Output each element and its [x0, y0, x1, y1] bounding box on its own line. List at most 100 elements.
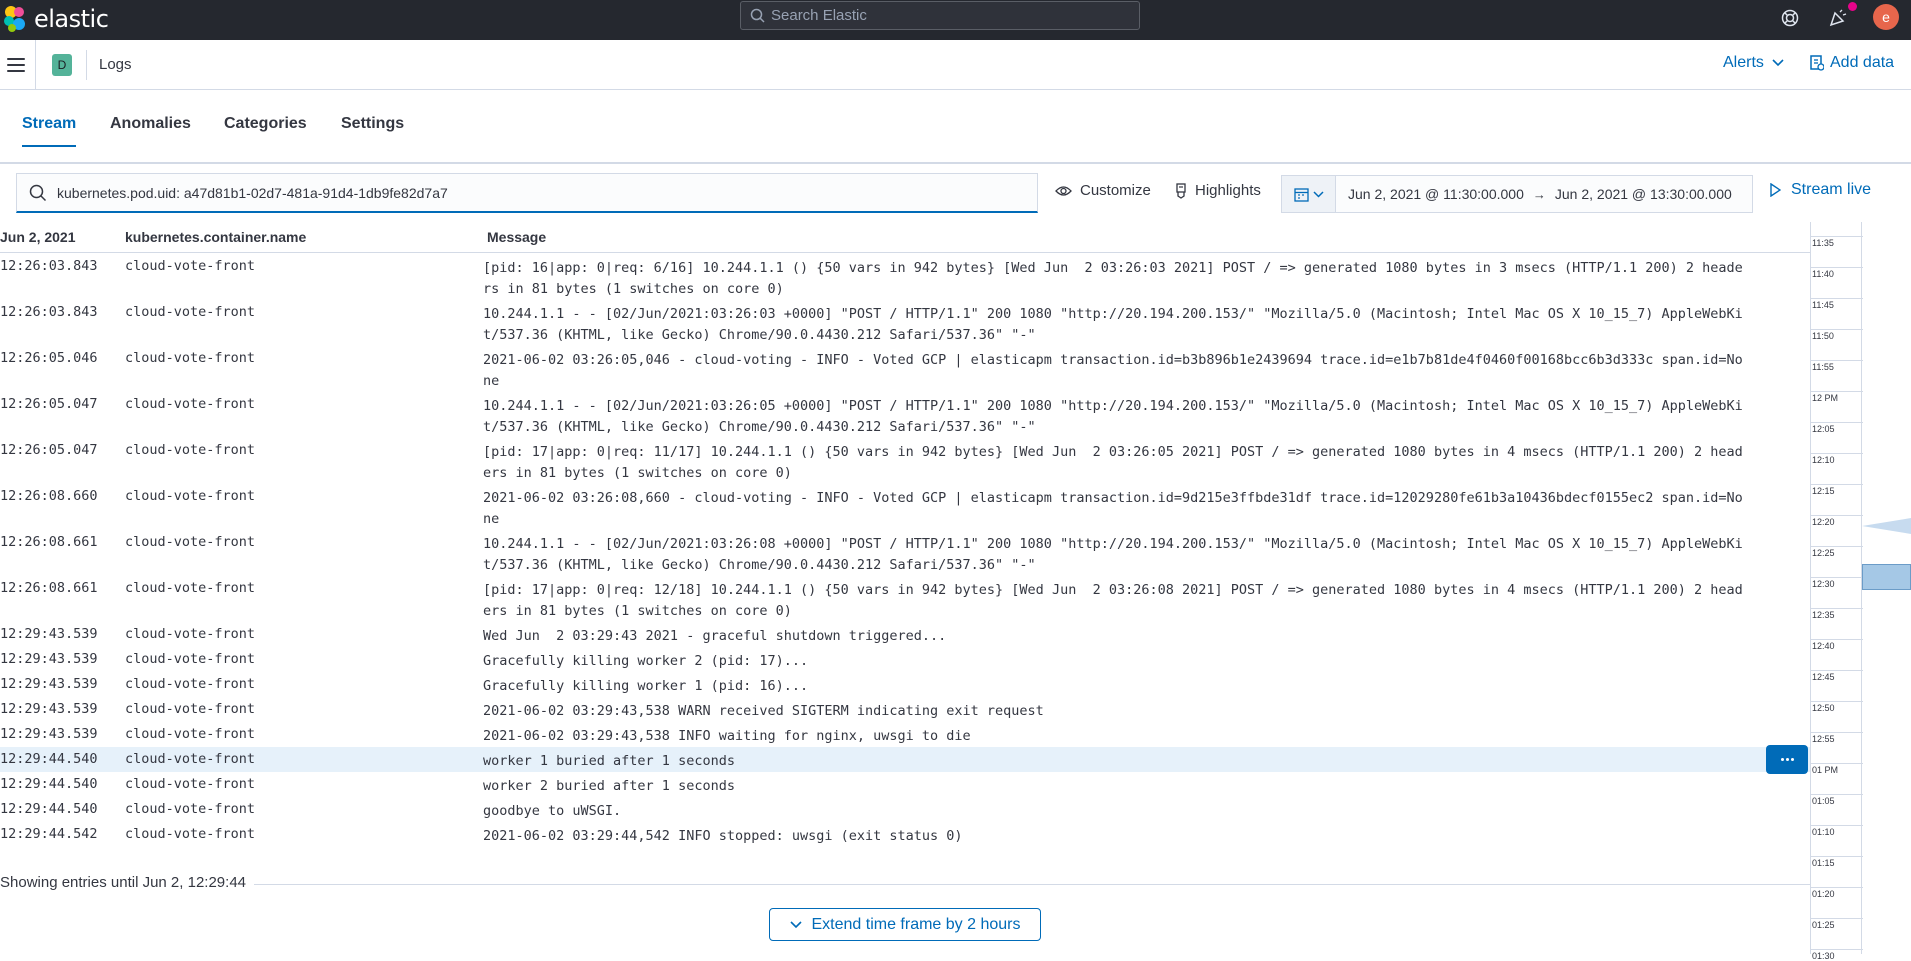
minimap-tick: 01:20: [1811, 887, 1863, 899]
log-container-name: cloud-vote-front: [125, 726, 256, 742]
notification-dot: [1848, 2, 1857, 11]
minimap-viewport-highlight[interactable]: [1862, 564, 1911, 590]
search-icon: [750, 8, 765, 23]
customize-button[interactable]: Customize: [1055, 182, 1151, 199]
tab-stream[interactable]: Stream: [22, 115, 77, 147]
log-message: 2021-06-02 03:26:08,660 - cloud-voting -…: [483, 490, 1743, 527]
help-icon[interactable]: [1778, 6, 1802, 30]
log-message: worker 1 buried after 1 seconds: [483, 753, 735, 769]
global-search[interactable]: [740, 1, 1140, 30]
log-row[interactable]: 12:29:44.540 cloud-vote-front goodbye to u…: [0, 797, 1810, 822]
log-row[interactable]: 12:26:03.843 cloud-vote-front 10.244.1.1 -…: [0, 300, 1810, 346]
query-input[interactable]: [57, 184, 1037, 201]
showing-entries-text: Showing entries until Jun 2, 12:29:44: [0, 874, 254, 891]
chevron-down-icon: [789, 920, 802, 928]
minimap-tick: 12:50: [1811, 701, 1863, 713]
log-row[interactable]: 12:26:08.660 cloud-vote-front 2021-06-02 0…: [0, 484, 1810, 530]
user-avatar[interactable]: e: [1873, 4, 1899, 30]
quick-select-button[interactable]: [1282, 176, 1336, 212]
filter-bar: Customize Highlights Jun 2, 2021 @ 11:30…: [0, 163, 1911, 221]
log-message: 2021-06-02 03:29:44,542 INFO stopped: uw…: [483, 828, 963, 844]
log-container-name: cloud-vote-front: [125, 751, 256, 767]
divider: [0, 884, 1810, 885]
minimap-tick: 12:40: [1811, 639, 1863, 651]
elastic-logo-icon: [4, 6, 25, 32]
add-data-button[interactable]: Add data: [1810, 54, 1894, 72]
minimap-tick: 12:45: [1811, 670, 1863, 682]
extend-time-frame-button[interactable]: Extend time frame by 2 hours: [769, 908, 1041, 941]
log-message: 2021-06-02 03:29:43,538 INFO waiting for…: [483, 728, 971, 744]
log-row[interactable]: 12:29:43.539 cloud-vote-front Gracefully k…: [0, 672, 1810, 697]
end-date[interactable]: Jun 2, 2021 @ 13:30:00.000: [1555, 186, 1732, 202]
log-timestamp: 12:29:44.540: [0, 801, 98, 817]
tab-categories[interactable]: Categories: [224, 115, 307, 145]
tab-anomalies[interactable]: Anomalies: [110, 115, 191, 145]
minimap-timeline: 11:35 11:40 11:45 11:50 11:55 12 PM 12:0…: [1810, 222, 1863, 961]
row-actions-button[interactable]: [1766, 745, 1808, 774]
log-message: Gracefully killing worker 2 (pid: 17)...: [483, 653, 809, 669]
log-row[interactable]: 12:29:43.539 cloud-vote-front Gracefully k…: [0, 647, 1810, 672]
log-row[interactable]: 12:26:05.046 cloud-vote-front 2021-06-02 0…: [0, 346, 1810, 392]
log-timestamp: 12:26:03.843: [0, 304, 98, 320]
minimap-tick: 01:15: [1811, 856, 1863, 868]
minimap-tick: 12:05: [1811, 422, 1863, 434]
log-message: 10.244.1.1 - - [02/Jun/2021:03:26:05 +00…: [483, 398, 1743, 435]
chevron-down-icon: [1312, 190, 1324, 198]
log-timestamp: 12:26:05.046: [0, 350, 98, 366]
dot: [1780, 758, 1784, 761]
log-timestamp: 12:26:08.660: [0, 488, 98, 504]
log-row[interactable]: 12:26:03.843 cloud-vote-front [pid: 16|app…: [0, 254, 1810, 300]
log-container-name: cloud-vote-front: [125, 442, 256, 458]
menu-bar: [7, 64, 25, 66]
log-minimap[interactable]: 11:35 11:40 11:45 11:50 11:55 12 PM 12:0…: [1810, 222, 1911, 961]
minimap-tick: 01:10: [1811, 825, 1863, 837]
arrow-right-icon: →: [1532, 186, 1546, 202]
log-table-header: Jun 2, 2021 kubernetes.container.name Me…: [0, 221, 1810, 253]
stream-live-button[interactable]: Stream live: [1770, 181, 1871, 199]
minimap-tick: 12:30: [1811, 577, 1863, 589]
log-timestamp: 12:29:43.539: [0, 651, 98, 667]
menu-toggle-button[interactable]: [6, 55, 26, 75]
breadcrumb-bar: D Logs Alerts Add data: [0, 40, 1911, 90]
log-entries: 12:26:03.843 cloud-vote-front [pid: 16|app…: [0, 254, 1810, 847]
log-row[interactable]: 12:29:43.539 cloud-vote-front Wed Jun 2 03…: [0, 622, 1810, 647]
log-container-name: cloud-vote-front: [125, 396, 256, 412]
menu-bar: [7, 70, 25, 72]
elastic-logo[interactable]: elastic: [2, 5, 109, 33]
space-selector[interactable]: D: [52, 54, 72, 76]
highlights-button[interactable]: Highlights: [1175, 182, 1261, 199]
log-row[interactable]: 12:26:05.047 cloud-vote-front 10.244.1.1 -…: [0, 392, 1810, 438]
alerts-label: Alerts: [1723, 54, 1764, 71]
column-header-timestamp: Jun 2, 2021: [0, 229, 76, 245]
query-bar[interactable]: [16, 173, 1038, 213]
log-row[interactable]: 12:26:05.047 cloud-vote-front [pid: 17|app…: [0, 438, 1810, 484]
log-row[interactable]: 12:29:43.539 cloud-vote-front 2021-06-02 0…: [0, 697, 1810, 722]
log-timestamp: 12:29:43.539: [0, 726, 98, 742]
log-container-name: cloud-vote-front: [125, 676, 256, 692]
dot: [1785, 758, 1789, 761]
news-feed-icon[interactable]: [1826, 6, 1850, 30]
log-container-name: cloud-vote-front: [125, 488, 256, 504]
log-row[interactable]: 12:26:08.661 cloud-vote-front 10.244.1.1 -…: [0, 530, 1810, 576]
search-input[interactable]: [771, 7, 1139, 24]
log-message: [pid: 17|app: 0|req: 11/17] 10.244.1.1 (…: [483, 444, 1743, 481]
log-row[interactable]: 12:29:44.540 cloud-vote-front worker 2 bur…: [0, 772, 1810, 797]
logs-tabs: Stream Anomalies Categories Settings: [0, 91, 1911, 163]
start-date[interactable]: Jun 2, 2021 @ 11:30:00.000: [1348, 186, 1524, 202]
log-container-name: cloud-vote-front: [125, 626, 256, 642]
column-header-message: Message: [487, 229, 547, 245]
log-row-highlighted[interactable]: 12:29:44.540 cloud-vote-front worker 1 bur…: [0, 747, 1810, 772]
alerts-menu-button[interactable]: Alerts: [1723, 54, 1784, 72]
divider: [35, 40, 36, 90]
log-container-name: cloud-vote-front: [125, 651, 256, 667]
minimap-tick: 01:30: [1811, 949, 1863, 961]
menu-bar: [7, 58, 25, 60]
minimap-tick: 11:35: [1811, 236, 1863, 248]
log-row[interactable]: 12:26:08.661 cloud-vote-front [pid: 17|app…: [0, 576, 1810, 622]
log-timestamp: 12:26:08.661: [0, 580, 98, 596]
log-row[interactable]: 12:29:43.539 cloud-vote-front 2021-06-02 0…: [0, 722, 1810, 747]
tab-settings[interactable]: Settings: [341, 115, 404, 145]
log-row[interactable]: 12:29:44.542 cloud-vote-front 2021-06-02 0…: [0, 822, 1810, 847]
play-icon: [1770, 183, 1781, 197]
add-data-label: Add data: [1830, 54, 1895, 71]
